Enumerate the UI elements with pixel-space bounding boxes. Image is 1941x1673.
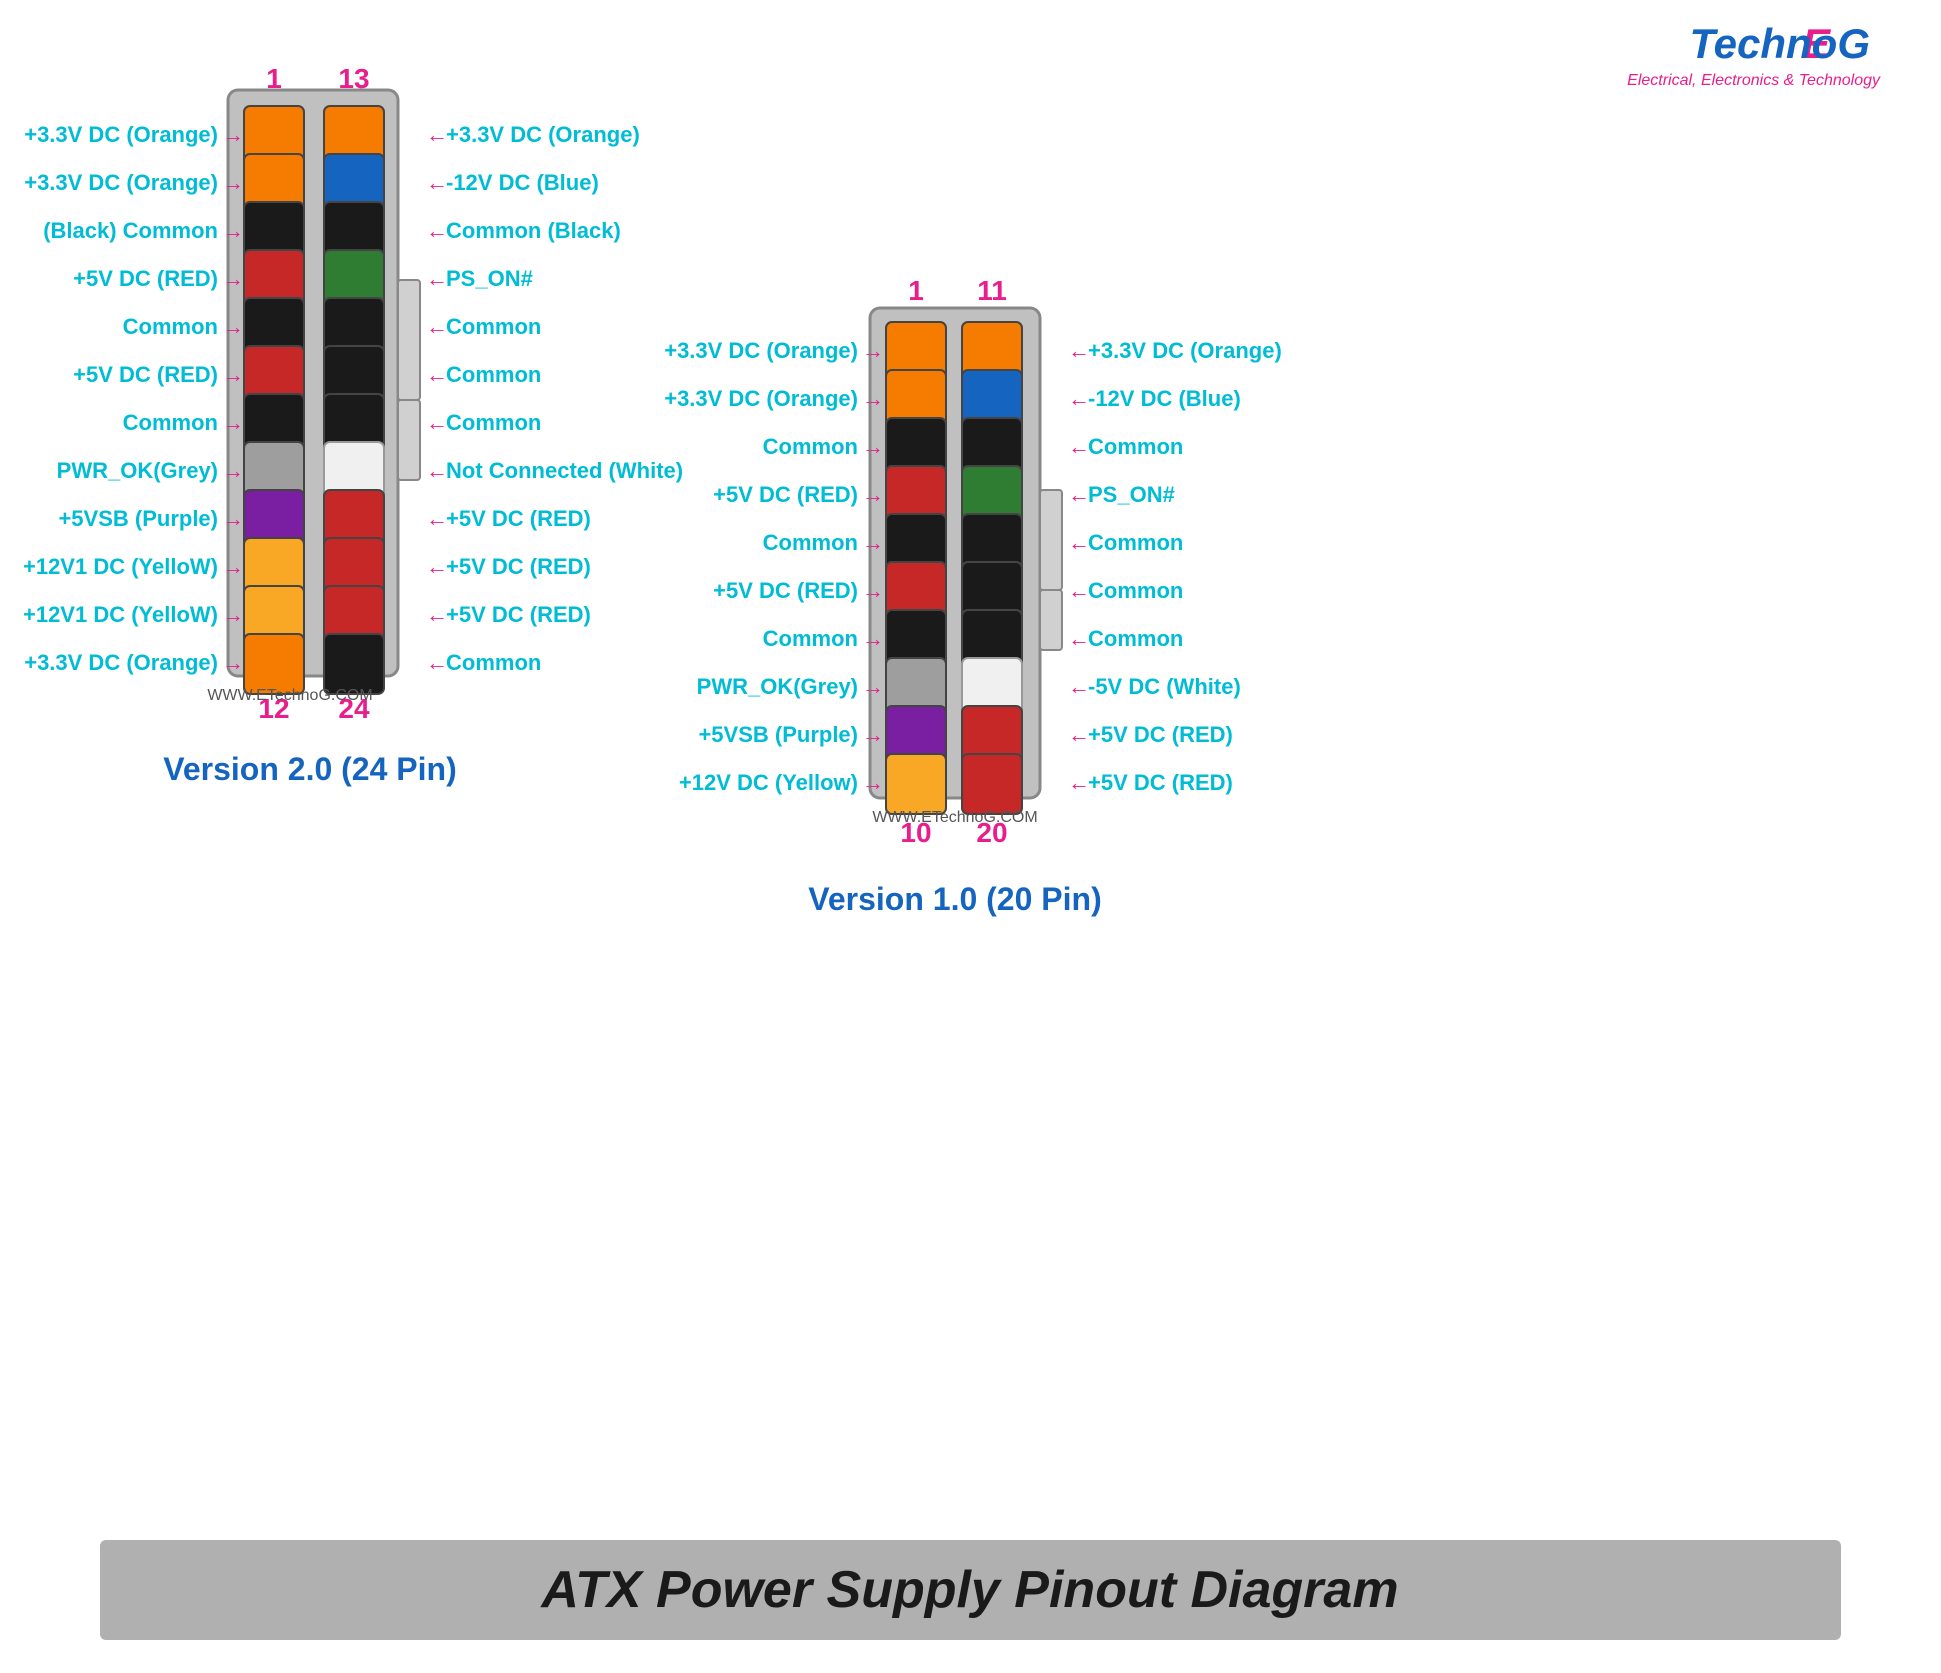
label-24-left-12: +3.3V DC (Orange): [24, 650, 218, 675]
label-20-right-10: +5V DC (RED): [1088, 770, 1233, 795]
label-24-right-12: Common: [446, 650, 541, 675]
svg-text:←: ←: [1068, 578, 1090, 603]
label-20-right-6: Common: [1088, 578, 1183, 603]
svg-text:→: →: [222, 122, 244, 147]
label-24-left-3: (Black) Common: [43, 218, 218, 243]
version-24-label: Version 2.0 (24 Pin): [163, 751, 456, 787]
label-24-right-10: +5V DC (RED): [446, 554, 591, 579]
svg-text:→: →: [862, 578, 884, 603]
svg-text:→: →: [222, 602, 244, 627]
pin-num-11-20: 11: [977, 275, 1007, 306]
svg-text:→: →: [862, 674, 884, 699]
label-20-left-4: +5V DC (RED): [713, 482, 858, 507]
svg-text:→: →: [862, 722, 884, 747]
label-24-left-11: +12V1 DC (YelloW): [23, 602, 218, 627]
svg-text:←: ←: [1068, 434, 1090, 459]
label-20-left-5: Common: [763, 530, 858, 555]
svg-text:←: ←: [426, 554, 448, 579]
svg-text:→: →: [862, 386, 884, 411]
svg-text:←: ←: [1068, 338, 1090, 363]
label-24-right-6: Common: [446, 362, 541, 387]
label-24-right-4: PS_ON#: [446, 266, 533, 291]
svg-text:→: →: [222, 506, 244, 531]
svg-text:←: ←: [426, 362, 448, 387]
label-24-right-3: Common (Black): [446, 218, 621, 243]
svg-text:→: →: [222, 650, 244, 675]
pin-num-1-20: 1: [908, 275, 924, 306]
label-20-left-8: PWR_OK(Grey): [697, 674, 858, 699]
svg-text:→: →: [222, 266, 244, 291]
label-24-left-7: Common: [123, 410, 218, 435]
watermark-20: WWW.ETechnoG.COM: [872, 809, 1037, 826]
svg-text:→: →: [862, 434, 884, 459]
label-20-left-1: +3.3V DC (Orange): [664, 338, 858, 363]
label-24-right-7: Common: [446, 410, 541, 435]
label-24-right-1: +3.3V DC (Orange): [446, 122, 640, 147]
label-24-left-6: +5V DC (RED): [73, 362, 218, 387]
label-24-right-5: Common: [446, 314, 541, 339]
label-24-left-1: +3.3V DC (Orange): [24, 122, 218, 147]
svg-text:→: →: [222, 362, 244, 387]
svg-text:←: ←: [1068, 770, 1090, 795]
svg-text:←: ←: [1068, 674, 1090, 699]
svg-text:←: ←: [426, 410, 448, 435]
svg-text:←: ←: [426, 170, 448, 195]
label-20-right-2: -12V DC (Blue): [1088, 386, 1241, 411]
svg-text:←: ←: [426, 458, 448, 483]
label-20-right-5: Common: [1088, 530, 1183, 555]
watermark-24: WWW.ETechnoG.COM: [207, 687, 372, 704]
label-24-left-9: +5VSB (Purple): [58, 506, 218, 531]
label-24-left-8: PWR_OK(Grey): [57, 458, 218, 483]
svg-text:→: →: [222, 410, 244, 435]
label-24-right-2: -12V DC (Blue): [446, 170, 599, 195]
label-20-right-3: Common: [1088, 434, 1183, 459]
label-24-left-4: +5V DC (RED): [73, 266, 218, 291]
svg-text:→: →: [862, 482, 884, 507]
version-20-label: Version 1.0 (20 Pin): [808, 881, 1101, 917]
svg-text:→: →: [862, 530, 884, 555]
label-20-left-7: Common: [763, 626, 858, 651]
label-20-left-3: Common: [763, 434, 858, 459]
label-24-right-8: Not Connected (White): [446, 458, 683, 483]
label-24-left-2: +3.3V DC (Orange): [24, 170, 218, 195]
label-20-left-6: +5V DC (RED): [713, 578, 858, 603]
label-20-right-9: +5V DC (RED): [1088, 722, 1233, 747]
svg-text:→: →: [222, 314, 244, 339]
pin-num-1: 1: [266, 63, 282, 94]
svg-text:→: →: [222, 458, 244, 483]
svg-text:TechnoG: TechnoG: [1690, 20, 1870, 67]
label-20-left-2: +3.3V DC (Orange): [664, 386, 858, 411]
svg-text:←: ←: [1068, 530, 1090, 555]
label-20-right-8: -5V DC (White): [1088, 674, 1241, 699]
label-24-right-9: +5V DC (RED): [446, 506, 591, 531]
svg-text:→: →: [222, 218, 244, 243]
svg-text:←: ←: [426, 266, 448, 291]
svg-text:←: ←: [1068, 386, 1090, 411]
svg-text:←: ←: [1068, 626, 1090, 651]
label-20-right-7: Common: [1088, 626, 1183, 651]
main-title: ATX Power Supply Pinout Diagram: [539, 1561, 1398, 1619]
svg-text:←: ←: [426, 602, 448, 627]
svg-text:←: ←: [1068, 482, 1090, 507]
pin-num-13: 13: [338, 63, 369, 94]
label-20-left-10: +12V DC (Yellow): [679, 770, 858, 795]
arrow-24-right-1: ←: [426, 122, 448, 147]
label-20-left-9: +5VSB (Purple): [698, 722, 858, 747]
svg-text:←: ←: [1068, 722, 1090, 747]
label-20-right-4: PS_ON#: [1088, 482, 1175, 507]
label-20-right-1: +3.3V DC (Orange): [1088, 338, 1282, 363]
label-24-left-5: Common: [123, 314, 218, 339]
svg-text:←: ←: [426, 218, 448, 243]
svg-text:→: →: [862, 338, 884, 363]
svg-text:→: →: [862, 626, 884, 651]
svg-text:→: →: [222, 554, 244, 579]
svg-text:→: →: [862, 770, 884, 795]
label-24-left-10: +12V1 DC (YelloW): [23, 554, 218, 579]
svg-text:←: ←: [426, 506, 448, 531]
svg-text:Electrical, Electronics & Tech: Electrical, Electronics & Technology: [1627, 72, 1881, 89]
label-24-right-11: +5V DC (RED): [446, 602, 591, 627]
svg-text:←: ←: [426, 650, 448, 675]
svg-text:→: →: [222, 170, 244, 195]
svg-text:←: ←: [426, 314, 448, 339]
